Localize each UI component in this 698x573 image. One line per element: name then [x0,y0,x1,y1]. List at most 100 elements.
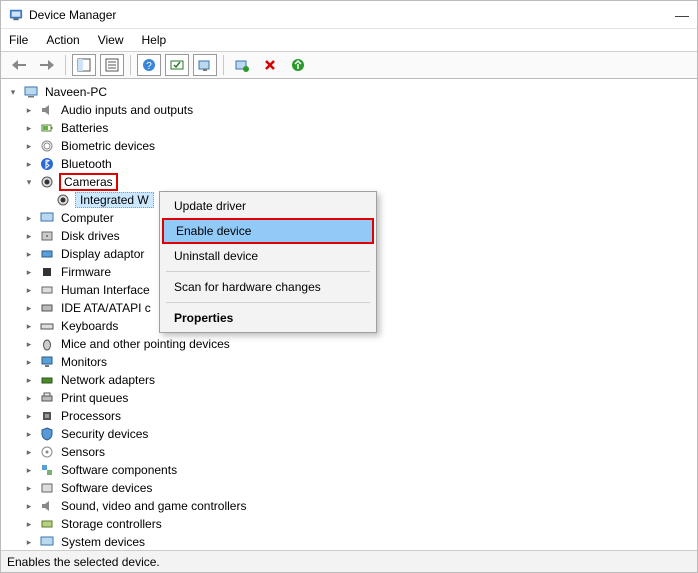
back-button[interactable] [7,54,31,76]
tree-node-cameras[interactable]: ▾Cameras [23,173,695,191]
expand-icon[interactable]: ▸ [23,500,35,512]
sound-icon [39,498,55,514]
expand-icon[interactable]: ▸ [23,482,35,494]
expand-icon[interactable]: ▸ [23,230,35,242]
context-menu-separator [166,302,370,303]
shield-icon [39,426,55,442]
minimize-button[interactable]: — [675,7,689,23]
printer-icon [39,390,55,406]
bluetooth-icon [39,156,55,172]
tree-node-storage[interactable]: ▸Storage controllers [23,515,695,533]
tree-node-network[interactable]: ▸Network adapters [23,371,695,389]
fingerprint-icon [39,138,55,154]
expand-icon[interactable]: ▸ [23,320,35,332]
tree-node-security[interactable]: ▸Security devices [23,425,695,443]
context-menu-enable-device[interactable]: Enable device [162,218,374,244]
device-manager-window: Device Manager — ✕ File Action View Help… [0,0,698,573]
context-menu-scan-hardware[interactable]: Scan for hardware changes [162,275,374,299]
tree-node-sound[interactable]: ▸Sound, video and game controllers [23,497,695,515]
toolbar: ? [1,51,697,79]
collapse-icon[interactable]: ▾ [7,86,19,98]
toolbar-divider [130,55,131,75]
menu-action[interactable]: Action [46,33,79,47]
keyboard-icon [39,318,55,334]
help-button[interactable]: ? [137,54,161,76]
titlebar: Device Manager — ✕ [1,1,697,29]
expand-icon[interactable]: ▸ [23,212,35,224]
tree-node-print[interactable]: ▸Print queues [23,389,695,407]
expand-icon[interactable]: ▸ [23,338,35,350]
context-menu-properties[interactable]: Properties [162,306,374,330]
window-title: Device Manager [29,8,116,22]
tree-node-batteries[interactable]: ▸Batteries [23,119,695,137]
monitor-icon [39,354,55,370]
tree-root-label: Naveen-PC [43,85,109,99]
ide-icon [39,300,55,316]
tree-node-sensors[interactable]: ▸Sensors [23,443,695,461]
context-menu-uninstall-device[interactable]: Uninstall device [162,244,374,268]
expand-icon[interactable]: ▸ [23,536,35,548]
disable-device-button[interactable] [258,54,282,76]
expand-icon[interactable]: ▸ [23,410,35,422]
expand-icon[interactable]: ▸ [23,392,35,404]
show-hide-tree-button[interactable] [72,54,96,76]
chip-icon [39,264,55,280]
tree-node-biometric[interactable]: ▸Biometric devices [23,137,695,155]
speaker-icon [39,102,55,118]
component-icon [39,462,55,478]
app-icon [9,8,23,22]
context-menu: Update driver Enable device Uninstall de… [159,191,377,333]
properties-button[interactable] [100,54,124,76]
device-tree-panel: ▾ Naveen-PC ▸Audio inputs and outputs ▸B… [1,79,697,550]
expand-icon[interactable]: ▸ [23,158,35,170]
cpu-icon [39,408,55,424]
hid-icon [39,282,55,298]
computer-icon [23,84,39,100]
enable-device-button[interactable] [286,54,310,76]
expand-icon[interactable]: ▸ [23,428,35,440]
sensor-icon [39,444,55,460]
uninstall-device-button[interactable] [230,54,254,76]
toolbar-divider [65,55,66,75]
collapse-icon[interactable]: ▾ [23,176,35,188]
expand-icon[interactable]: ▸ [23,266,35,278]
update-driver-button[interactable] [193,54,217,76]
expand-icon[interactable]: ▸ [23,104,35,116]
svg-text:?: ? [146,61,152,72]
expand-icon[interactable]: ▸ [23,248,35,260]
menu-view[interactable]: View [98,33,124,47]
toolbar-divider [223,55,224,75]
expand-icon[interactable]: ▸ [23,140,35,152]
status-text: Enables the selected device. [7,555,160,569]
context-menu-separator [166,271,370,272]
tree-node-software-components[interactable]: ▸Software components [23,461,695,479]
tree-node-mice[interactable]: ▸Mice and other pointing devices [23,335,695,353]
tree-node-monitors[interactable]: ▸Monitors [23,353,695,371]
expand-icon[interactable]: ▸ [23,374,35,386]
forward-button[interactable] [35,54,59,76]
software-icon [39,480,55,496]
tree-node-processors[interactable]: ▸Processors [23,407,695,425]
expand-icon[interactable]: ▸ [23,464,35,476]
status-bar: Enables the selected device. [1,550,697,572]
menu-file[interactable]: File [9,33,28,47]
tree-node-bluetooth[interactable]: ▸Bluetooth [23,155,695,173]
gpu-icon [39,246,55,262]
tree-node-system[interactable]: ▸System devices [23,533,695,550]
expand-icon[interactable]: ▸ [23,518,35,530]
tree-root[interactable]: ▾ Naveen-PC [7,83,695,101]
expand-icon[interactable]: ▸ [23,356,35,368]
expand-icon[interactable]: ▸ [23,122,35,134]
expand-icon[interactable]: ▸ [23,302,35,314]
expand-icon[interactable]: ▸ [23,284,35,296]
menu-help[interactable]: Help [142,33,167,47]
tree-node-software-devices[interactable]: ▸Software devices [23,479,695,497]
menubar: File Action View Help [1,29,697,51]
tree-node-audio[interactable]: ▸Audio inputs and outputs [23,101,695,119]
mouse-icon [39,336,55,352]
scan-hardware-button[interactable] [165,54,189,76]
network-icon [39,372,55,388]
context-menu-update-driver[interactable]: Update driver [162,194,374,218]
expand-icon[interactable]: ▸ [23,446,35,458]
camera-icon [55,192,71,208]
